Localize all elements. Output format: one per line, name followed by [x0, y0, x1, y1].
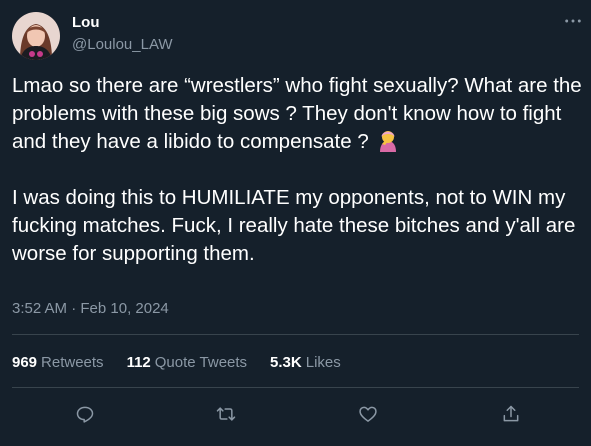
more-icon[interactable]	[562, 12, 584, 32]
tweet-card: Lou @Loulou_LAW Lmao so there are “wrest…	[0, 0, 591, 446]
reply-button[interactable]	[71, 400, 99, 428]
tweet-timestamp[interactable]: 3:52 AM · Feb 10, 2024	[12, 300, 169, 317]
profile-photo-icon	[12, 12, 60, 60]
like-icon	[359, 406, 377, 422]
likes-label: Likes	[305, 354, 341, 371]
retweets-stat[interactable]: 969 Retweets	[12, 354, 104, 371]
share-button[interactable]	[497, 400, 525, 428]
tweet-stats: 969 Retweets 112 Quote Tweets 5.3K Likes	[12, 354, 341, 371]
tweet-paragraph: Lmao so there are “wrestlers” who fight …	[12, 72, 582, 156]
quote-tweets-label: Quote Tweets	[154, 354, 248, 371]
retweet-icon	[216, 407, 236, 421]
divider	[12, 334, 579, 335]
like-button[interactable]	[354, 400, 382, 428]
share-icon	[503, 405, 519, 422]
tweet-paragraph-text: Lmao so there are “wrestlers” who fight …	[12, 74, 582, 153]
person-facepalming-emoji-icon	[376, 128, 400, 152]
likes-stat[interactable]: 5.3K Likes	[270, 354, 341, 371]
quote-tweets-stat[interactable]: 112 Quote Tweets	[127, 354, 247, 371]
divider	[12, 387, 579, 388]
reply-icon	[76, 406, 94, 423]
display-name[interactable]: Lou	[72, 14, 100, 31]
avatar[interactable]	[12, 12, 60, 60]
action-bar	[0, 400, 591, 428]
retweets-count: 969	[12, 354, 38, 371]
likes-count: 5.3K	[270, 354, 302, 371]
user-handle[interactable]: @Loulou_LAW	[72, 36, 173, 53]
tweet-paragraph: I was doing this to HUMILIATE my opponen…	[12, 186, 576, 265]
retweets-label: Retweets	[41, 354, 104, 371]
retweet-button[interactable]	[212, 400, 240, 428]
quote-tweets-count: 112	[126, 354, 151, 371]
tweet-text: Lmao so there are “wrestlers” who fight …	[12, 72, 582, 268]
